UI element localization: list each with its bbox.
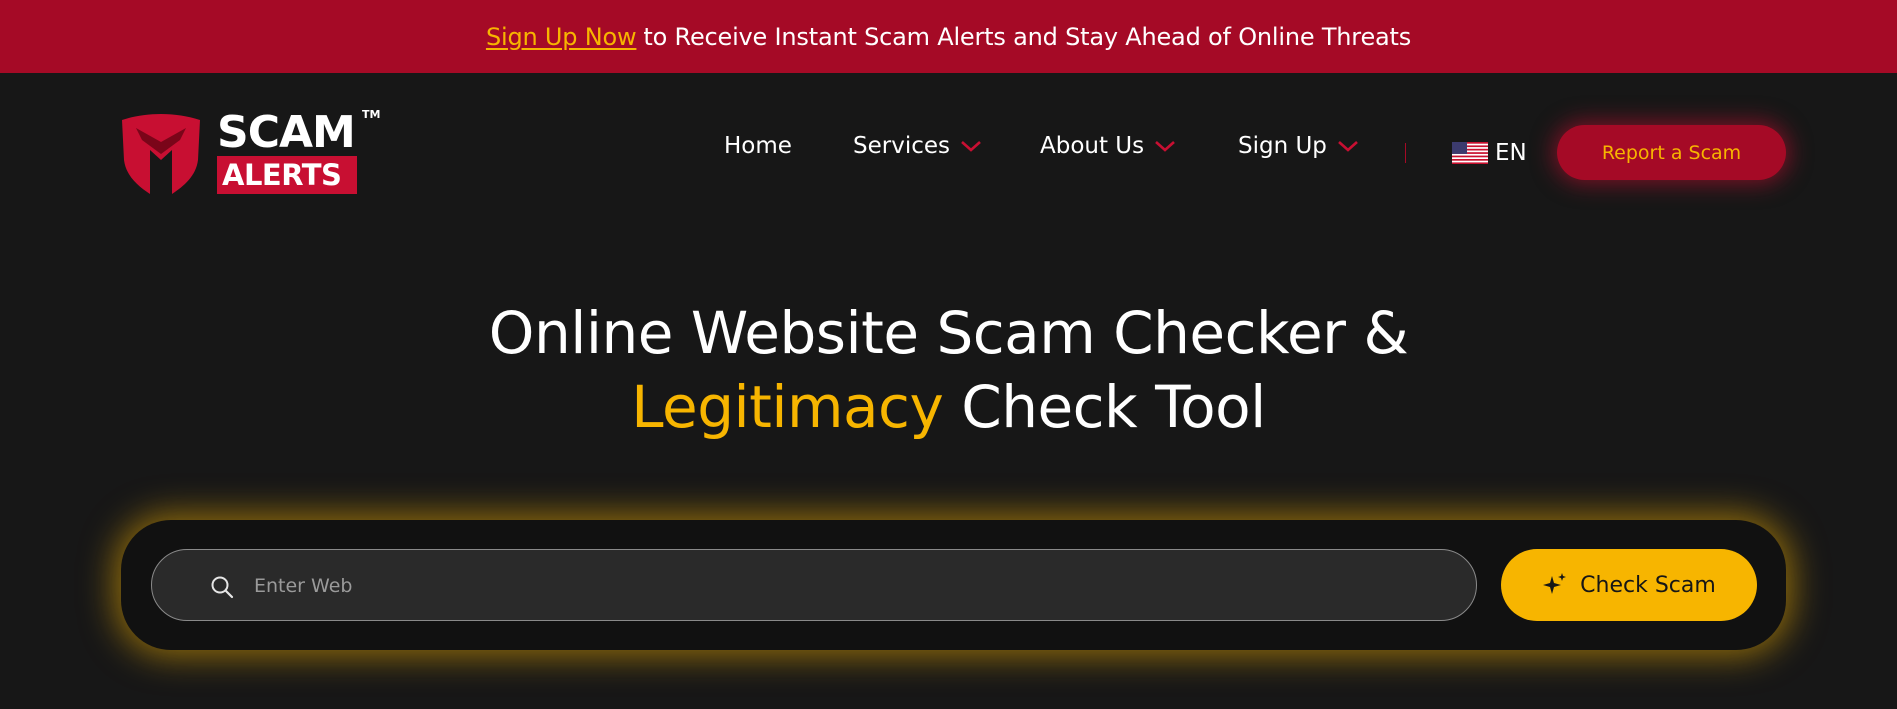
announcement-bar: Sign Up Now to Receive Instant Scam Aler… <box>0 0 1897 73</box>
logo-alerts-text: ALERTS <box>217 156 357 194</box>
nav-services[interactable]: Services <box>853 133 982 159</box>
nav-home-label: Home <box>724 133 792 159</box>
nav-sign-up[interactable]: Sign Up <box>1238 133 1359 159</box>
language-label: EN <box>1495 140 1527 166</box>
logo-scam-text: SCAM <box>217 107 356 158</box>
logo-trademark: TM <box>362 108 381 121</box>
chevron-down-icon <box>961 141 981 152</box>
hero-line-2-rest: Check Tool <box>961 373 1266 441</box>
search-field[interactable] <box>151 549 1477 622</box>
language-selector[interactable]: EN <box>1452 140 1527 166</box>
nav-about-us[interactable]: About Us <box>1040 133 1176 159</box>
search-panel: Check Scam <box>121 520 1786 650</box>
hero-highlight: Legitimacy <box>631 373 944 441</box>
us-flag-icon <box>1452 142 1488 164</box>
shield-logo-icon <box>122 114 200 194</box>
check-scam-label: Check Scam <box>1580 572 1716 598</box>
nav-services-label: Services <box>853 133 950 159</box>
sparkle-icon <box>1543 573 1567 594</box>
nav-divider <box>1405 143 1406 163</box>
search-icon <box>211 576 234 599</box>
sign-up-now-link[interactable]: Sign Up Now <box>486 23 637 51</box>
hero-line-2: Legitimacy Check Tool <box>0 370 1897 444</box>
nav-home[interactable]: Home <box>724 133 792 159</box>
chevron-down-icon <box>1155 141 1176 152</box>
report-scam-button[interactable]: Report a Scam <box>1557 125 1786 180</box>
announcement-text: to Receive Instant Scam Alerts and Stay … <box>643 22 1412 51</box>
site-logo[interactable]: SCAM TM ALERTS <box>120 108 380 196</box>
chevron-down-icon <box>1338 141 1358 152</box>
nav-sign-up-label: Sign Up <box>1238 133 1327 159</box>
hero-line-1: Online Website Scam Checker & <box>488 299 1409 367</box>
nav-about-us-label: About Us <box>1040 133 1145 159</box>
hero-heading: Online Website Scam Checker & Legitimacy… <box>0 296 1897 444</box>
check-scam-button[interactable]: Check Scam <box>1501 549 1757 621</box>
search-input[interactable] <box>252 550 1436 622</box>
